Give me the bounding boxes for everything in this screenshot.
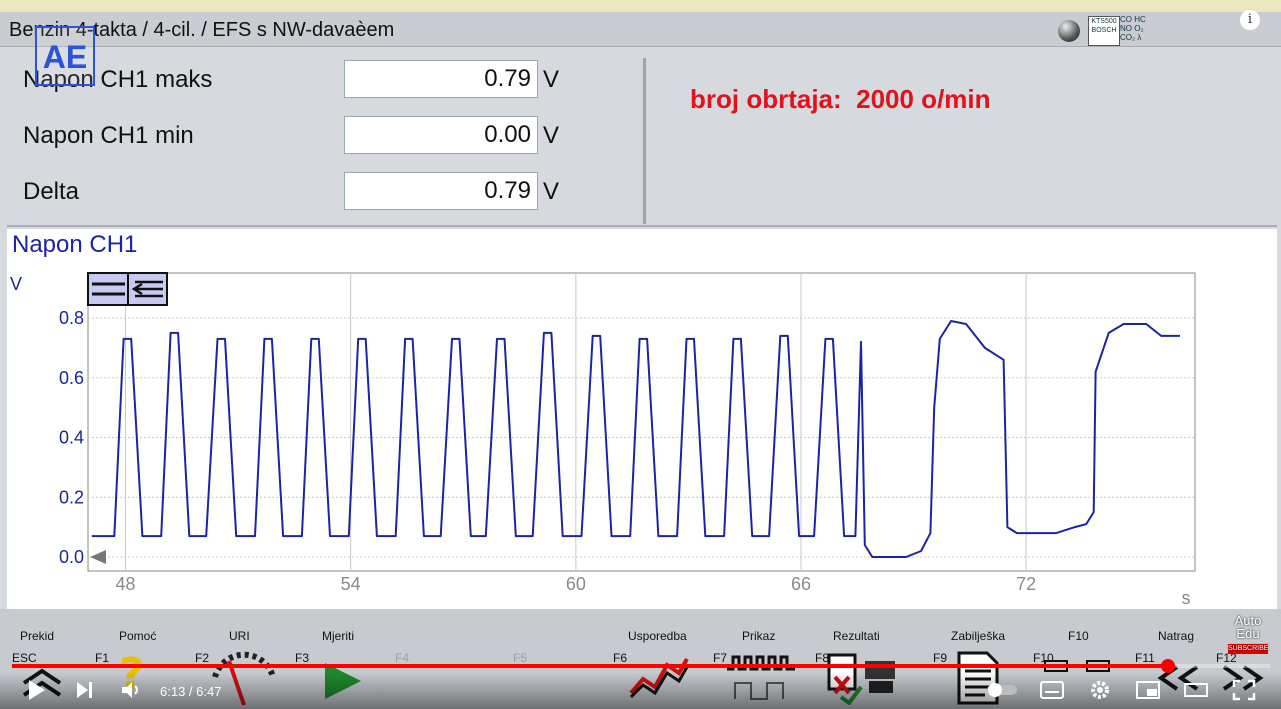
fkey-label: URI [229, 629, 250, 643]
fkey-code: F11 [1135, 651, 1155, 665]
measurement-unit: V [543, 178, 560, 205]
measurement-row: Napon CH1 min 0.00 V [7, 116, 645, 156]
volume-icon [122, 682, 138, 698]
autoplay-icon [987, 683, 1017, 697]
skip-next-icon [77, 682, 92, 698]
fkey-label: Prikaz [742, 629, 776, 643]
gear-icon [1091, 681, 1109, 699]
fkey-label: Zabilješka [951, 629, 1006, 643]
measurement-unit: V [543, 66, 560, 93]
rpm-readout: broj obrtaja: 2000 o/min [690, 84, 991, 114]
measurement-label: Napon CH1 min [23, 122, 194, 149]
fkey-code: F1 [95, 651, 110, 665]
measurements-panel: Napon CH1 maks 0.79 V Napon CH1 min 0.00… [7, 47, 645, 224]
horizontal-divider [7, 225, 1277, 227]
subscribe-badge: SUBSCRIBE [1228, 644, 1269, 654]
title-bar: Benzin 4-takta / 4-cil. / EFS s NW-davaè… [0, 12, 1281, 47]
ae-logo: AE [35, 26, 95, 86]
gas-analyzer-icon: CO HC NO O₂ CO₂ λ [1120, 15, 1146, 42]
measurement-unit: V [543, 122, 560, 149]
scroll-arrow-icon [92, 274, 163, 304]
measurement-value: 0.79 [344, 60, 538, 98]
fkey-code: F5 [513, 651, 528, 665]
autoplay-toggle[interactable] [985, 678, 1019, 704]
play-button[interactable] [22, 678, 50, 704]
chart-title: Napon CH1 [12, 231, 138, 258]
measurement-row: Napon CH1 maks 0.79 V [7, 60, 645, 100]
measurement-value: 0.00 [344, 116, 538, 154]
subtitles-button[interactable] [1038, 678, 1066, 704]
chart-panel: Napon CH1 [7, 229, 1277, 609]
fkey-code: F2 [195, 651, 210, 665]
fkey-label: Natrag [1158, 629, 1195, 643]
theater-icon [1184, 683, 1208, 697]
miniplayer-button[interactable] [1134, 678, 1162, 704]
watermark-text: Auto Edu [1234, 613, 1262, 641]
progress-fill [12, 664, 1169, 668]
play-icon [29, 680, 45, 700]
miniplayer-icon [1136, 681, 1160, 699]
measurement-label: Delta [23, 178, 80, 205]
video-time: 6:13 / 6:47 [160, 684, 222, 699]
fkey-label: Prekid [20, 629, 55, 643]
fkey-label: Mjeriti [322, 629, 354, 643]
fkey-code: F4 [395, 651, 410, 665]
scroll-control[interactable] [87, 272, 168, 306]
fkey-label: Pomoć [119, 629, 157, 643]
kts-bosch-icon: KTS500 BOSCH [1088, 16, 1120, 46]
info-icon[interactable]: i [1240, 10, 1260, 30]
status-ball-icon [1058, 20, 1080, 42]
measurement-value: 0.79 [344, 172, 538, 210]
video-player-controls: 6:13 / 6:47 [0, 672, 1281, 709]
theater-mode-button[interactable] [1182, 678, 1210, 704]
video-progress-bar[interactable] [12, 659, 1270, 673]
volume-button[interactable] [117, 678, 145, 704]
next-button[interactable] [70, 678, 98, 704]
vertical-divider [643, 58, 646, 224]
fkey-label: Rezultati [833, 629, 880, 643]
fkey-label: Usporedba [628, 629, 687, 643]
fkey-code: F9 [933, 651, 948, 665]
settings-button[interactable] [1086, 678, 1114, 704]
subtitles-icon [1040, 681, 1064, 699]
fullscreen-button[interactable] [1230, 678, 1258, 704]
fkey-label: F10 [1068, 629, 1089, 643]
fkey-code: F6 [613, 651, 628, 665]
fullscreen-icon [1232, 679, 1256, 701]
fkey-code: F3 [295, 651, 310, 665]
auto-edu-watermark: Auto Edu SUBSCRIBE [1228, 614, 1268, 654]
progress-scrubber[interactable] [1161, 659, 1176, 673]
top-strip [0, 0, 1281, 12]
measurement-row: Delta 0.79 V [7, 172, 645, 212]
